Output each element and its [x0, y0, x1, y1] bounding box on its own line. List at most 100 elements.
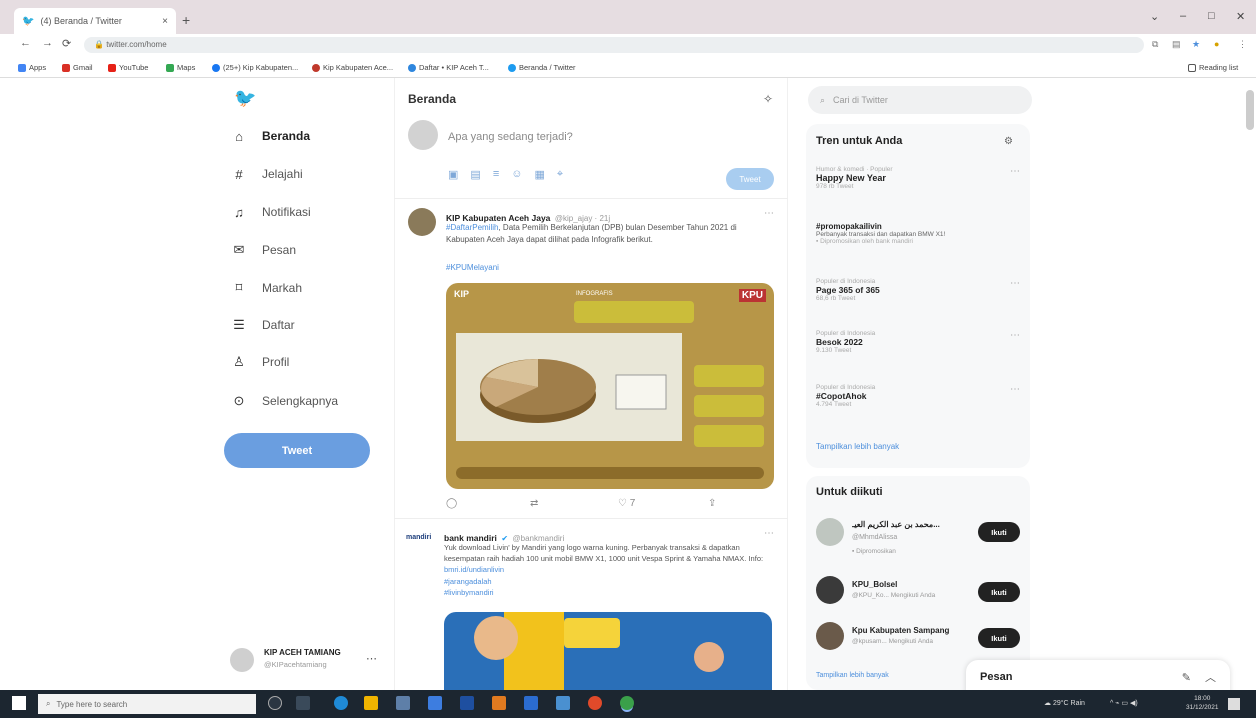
mail-app-icon[interactable]: [460, 696, 474, 710]
sidebar-item-pesan[interactable]: ✉ Pesan: [232, 240, 296, 260]
sidebar-item-markah[interactable]: ⌑ Markah: [232, 278, 302, 298]
sparkle-icon[interactable]: ✧: [763, 92, 773, 106]
follow-name[interactable]: KPU_Bolsel: [852, 580, 897, 589]
close-window-icon[interactable]: ✕: [1236, 10, 1245, 23]
browser-tab[interactable]: 🐦 (4) Beranda / Twitter ×: [14, 8, 176, 34]
sidebar-item-beranda[interactable]: ⌂ Beranda: [232, 126, 310, 146]
maximize-icon[interactable]: □: [1208, 10, 1215, 22]
follow-handle-line: @KPU_Ko... Mengikuti Anda: [852, 592, 936, 599]
bookmark-daftar[interactable]: Daftar • KIP Aceh T...: [408, 63, 489, 72]
tab-search-icon[interactable]: ⌄: [1150, 10, 1159, 23]
show-more-follow-link[interactable]: Tampilkan lebih banyak: [816, 672, 889, 679]
tweet-button[interactable]: Tweet: [224, 433, 370, 468]
task-view-icon[interactable]: [296, 696, 310, 710]
notification-center-icon[interactable]: [1228, 698, 1240, 710]
windows-start-icon[interactable]: [12, 696, 26, 710]
tweet-hashtag[interactable]: #livinbymandiri: [444, 587, 494, 598]
messages-dock[interactable]: Pesan ✎ ︿: [966, 660, 1230, 694]
follow-button[interactable]: Ikuti: [978, 522, 1020, 542]
tweet-menu-icon[interactable]: ⋯: [764, 528, 774, 539]
location-icon[interactable]: ⌖: [557, 168, 563, 181]
tweet-hashtag[interactable]: #KPUMelayani: [446, 262, 499, 274]
clock[interactable]: 18:00 31/12/2021: [1186, 694, 1219, 712]
app-icon[interactable]: [556, 696, 570, 710]
follow-button[interactable]: Ikuti: [978, 582, 1020, 602]
trend-menu-icon[interactable]: ⋯: [1010, 166, 1020, 177]
emoji-icon[interactable]: ☺: [511, 168, 522, 181]
sidebar-item-profil[interactable]: ♙ Profil: [232, 352, 289, 372]
bookmark-maps[interactable]: Maps: [166, 63, 195, 72]
poll-icon[interactable]: ≡: [493, 168, 499, 181]
gif-icon[interactable]: ▤: [470, 168, 480, 181]
minimize-icon[interactable]: –: [1180, 10, 1186, 22]
sidebar-item-jelajahi[interactable]: # Jelajahi: [232, 164, 302, 184]
compose-input[interactable]: Apa yang sedang terjadi?: [448, 131, 573, 143]
weather-widget[interactable]: ☁ 29°C Rain: [1044, 699, 1085, 707]
cast-icon[interactable]: ▤: [1172, 39, 1181, 50]
tweet-hashtag[interactable]: #jarangadalah: [444, 576, 492, 587]
edge-icon[interactable]: [334, 696, 348, 710]
bookmark-youtube[interactable]: YouTube: [108, 63, 148, 72]
taskbar-search-input[interactable]: ⌕ Type here to search: [38, 694, 256, 714]
share-icon[interactable]: ⇪: [708, 498, 716, 509]
like-button[interactable]: ♡ 7: [618, 498, 635, 509]
bookmark-gmail[interactable]: Gmail: [62, 63, 93, 72]
star-icon[interactable]: ★: [1192, 39, 1200, 50]
forward-icon[interactable]: →: [42, 37, 53, 49]
expand-icon[interactable]: ︿: [1205, 669, 1216, 685]
reload-icon[interactable]: ⟳: [62, 37, 71, 50]
store-icon[interactable]: [396, 696, 410, 710]
trend-item[interactable]: Populer di Indonesia Besok 2022 9.130 Tw…: [816, 330, 1016, 354]
bookmark-apps[interactable]: Apps: [18, 63, 46, 72]
tray-icons[interactable]: ^ ⌁ ▭ ◀): [1110, 699, 1138, 707]
trend-item[interactable]: Humor & komedi · Populer Happy New Year …: [816, 166, 1016, 190]
tweet-media-video[interactable]: [444, 612, 772, 690]
url-input[interactable]: 🔒 twitter.com/home: [84, 37, 1144, 53]
sidebar-item-notifikasi[interactable]: ♫ Notifikasi: [232, 202, 311, 222]
new-tab-button[interactable]: +: [182, 12, 190, 28]
trend-menu-icon[interactable]: ⋯: [1010, 330, 1020, 341]
tweet-menu-icon[interactable]: ⋯: [764, 208, 774, 219]
trend-item[interactable]: Populer di Indonesia Page 365 of 365 68,…: [816, 278, 1016, 302]
show-more-trends-link[interactable]: Tampilkan lebih banyak: [816, 442, 899, 451]
chrome-icon[interactable]: [588, 696, 602, 710]
compose-tweet-button[interactable]: Tweet: [726, 168, 774, 190]
file-explorer-icon[interactable]: [364, 696, 378, 710]
reply-icon[interactable]: ◯: [446, 498, 457, 509]
menu-kebab-icon[interactable]: ⋮: [1238, 39, 1247, 50]
sidebar-item-daftar[interactable]: ☰ Daftar: [232, 315, 295, 335]
schedule-icon[interactable]: ▦: [534, 168, 544, 181]
sidebar-item-selengkapnya[interactable]: ⊙ Selengkapnya: [232, 391, 339, 411]
back-icon[interactable]: ←: [20, 37, 31, 49]
tab-close-icon[interactable]: ×: [162, 16, 168, 27]
media-sign: [564, 618, 620, 648]
tweet-media-infographic[interactable]: KIP KPU INFOGRAFIS: [446, 283, 774, 489]
account-switcher[interactable]: KIP ACEH TAMIANG @KIPacehtamiang ⋯: [230, 646, 380, 676]
compose-message-icon[interactable]: ✎: [1182, 671, 1191, 684]
profile-avatar-icon[interactable]: ●: [1214, 39, 1219, 49]
chrome-active-icon[interactable]: [620, 696, 634, 710]
retweet-icon[interactable]: ⇄: [530, 498, 538, 509]
follow-name[interactable]: Kpu Kabupaten Sampang: [852, 626, 949, 635]
page-scrollbar[interactable]: [1246, 90, 1254, 130]
twitter-logo-icon[interactable]: 🐦: [234, 88, 256, 109]
bookmark-kip[interactable]: Kip Kabupaten Ace...: [312, 63, 393, 72]
image-icon[interactable]: ▣: [448, 168, 458, 181]
bookmark-facebook[interactable]: (25+) Kip Kabupaten...: [212, 63, 298, 72]
trend-item[interactable]: #promopakailivin Perbanyak transaksi dan…: [816, 222, 1026, 245]
reading-list[interactable]: Reading list: [1188, 63, 1238, 72]
follow-button[interactable]: Ikuti: [978, 628, 1020, 648]
search-input[interactable]: ⌕ Cari di Twitter: [808, 86, 1032, 114]
trend-menu-icon[interactable]: ⋯: [1010, 278, 1020, 289]
settings-gear-icon[interactable]: ⚙: [1004, 136, 1013, 147]
bookmark-twitter[interactable]: Beranda / Twitter: [508, 63, 576, 72]
heart-icon: ♡: [618, 498, 627, 509]
extension-icon[interactable]: ⧉: [1152, 39, 1158, 50]
cortana-icon[interactable]: [268, 696, 282, 710]
word-icon[interactable]: [524, 696, 538, 710]
follow-name[interactable]: محمد بن عبد الكريم العيـ...: [852, 520, 972, 529]
trend-item[interactable]: Populer di Indonesia #CopotAhok 4.794 Tw…: [816, 384, 1016, 408]
app-icon[interactable]: [492, 696, 506, 710]
dropbox-icon[interactable]: [428, 696, 442, 710]
trend-menu-icon[interactable]: ⋯: [1010, 384, 1020, 395]
